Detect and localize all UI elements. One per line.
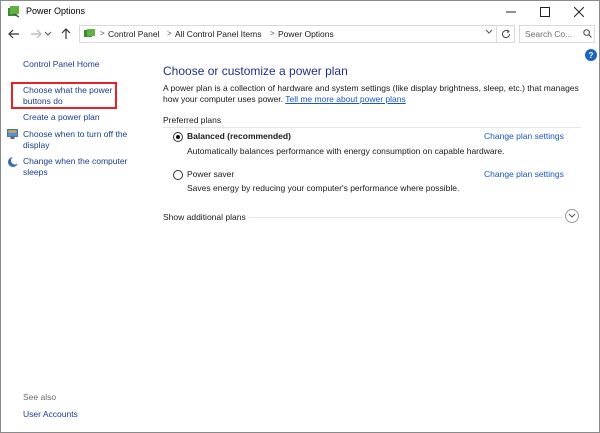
create-power-plan-link[interactable]: Create a power plan bbox=[23, 112, 100, 123]
power-saver-plan-radio[interactable] bbox=[173, 170, 183, 180]
navigation-bar: > Control Panel > All Control Panel Item… bbox=[1, 23, 599, 47]
close-button[interactable] bbox=[562, 1, 596, 23]
balanced-change-settings-link[interactable]: Change plan settings bbox=[484, 131, 564, 141]
arrow-left-icon bbox=[8, 29, 19, 39]
recent-locations-button[interactable] bbox=[43, 27, 53, 41]
learn-more-link[interactable]: Tell me more about power plans bbox=[285, 94, 405, 104]
power-saver-plan-name[interactable]: Power saver bbox=[187, 169, 234, 179]
maximize-icon bbox=[540, 7, 550, 17]
breadcrumb-separator-icon: > bbox=[100, 29, 105, 38]
arrow-up-icon bbox=[61, 28, 71, 39]
help-icon[interactable]: ? bbox=[585, 49, 597, 61]
sleep-moon-icon bbox=[8, 156, 19, 167]
power-options-app-icon bbox=[8, 6, 20, 18]
svg-text:?: ? bbox=[589, 51, 594, 60]
breadcrumb-all-items[interactable]: All Control Panel Items bbox=[175, 29, 261, 39]
breadcrumb-separator-icon: > bbox=[167, 29, 172, 38]
refresh-button[interactable] bbox=[497, 25, 515, 43]
user-accounts-link[interactable]: User Accounts bbox=[23, 409, 78, 420]
preferred-plans-label: Preferred plans bbox=[163, 115, 222, 125]
page-title: Choose or customize a power plan bbox=[163, 64, 348, 78]
maximize-button[interactable] bbox=[528, 1, 562, 23]
see-also-label: See also bbox=[23, 392, 57, 402]
section-divider bbox=[163, 127, 581, 128]
minimize-icon bbox=[506, 11, 516, 13]
up-button[interactable] bbox=[59, 27, 73, 41]
search-icon bbox=[583, 29, 592, 38]
window-title: Power Options bbox=[26, 6, 86, 16]
forward-button[interactable] bbox=[29, 27, 43, 41]
refresh-icon bbox=[501, 29, 510, 39]
power-buttons-link[interactable]: Choose what the power buttons do bbox=[23, 85, 115, 107]
show-additional-plans-label[interactable]: Show additional plans bbox=[163, 212, 246, 222]
additional-plans-divider bbox=[249, 217, 563, 218]
arrow-right-icon bbox=[31, 29, 42, 39]
close-icon bbox=[574, 7, 584, 17]
minimize-button[interactable] bbox=[494, 1, 528, 23]
balanced-plan-name[interactable]: Balanced (recommended) bbox=[187, 131, 291, 141]
balanced-plan-radio[interactable] bbox=[173, 132, 183, 142]
display-shield-icon bbox=[7, 129, 18, 139]
power-options-window: Power Options > Control Panel > All Cont… bbox=[0, 0, 600, 433]
change-sleep-link[interactable]: Change when the computer sleeps bbox=[23, 156, 135, 178]
chevron-down-icon bbox=[568, 213, 576, 218]
intro-paragraph: A power plan is a collection of hardware… bbox=[163, 83, 588, 105]
address-dropdown-button[interactable] bbox=[483, 25, 495, 39]
balanced-plan-description: Automatically balances performance with … bbox=[187, 146, 505, 156]
chevron-down-icon bbox=[485, 29, 493, 34]
breadcrumb-control-panel[interactable]: Control Panel bbox=[108, 29, 160, 39]
control-panel-icon bbox=[84, 29, 95, 37]
control-panel-home-link[interactable]: Control Panel Home bbox=[23, 59, 100, 70]
breadcrumb-power-options[interactable]: Power Options bbox=[278, 29, 334, 39]
title-bar: Power Options bbox=[1, 1, 599, 23]
power-saver-change-settings-link[interactable]: Change plan settings bbox=[484, 169, 564, 179]
turn-off-display-link[interactable]: Choose when to turn off the display bbox=[23, 129, 133, 151]
back-button[interactable] bbox=[7, 27, 21, 41]
expand-additional-plans-button[interactable] bbox=[565, 209, 579, 223]
power-saver-plan-description: Saves energy by reducing your computer's… bbox=[187, 183, 460, 193]
chevron-down-icon bbox=[44, 31, 52, 36]
breadcrumb-separator-icon: > bbox=[270, 29, 275, 38]
address-bar[interactable]: > Control Panel > All Control Panel Item… bbox=[79, 25, 497, 43]
